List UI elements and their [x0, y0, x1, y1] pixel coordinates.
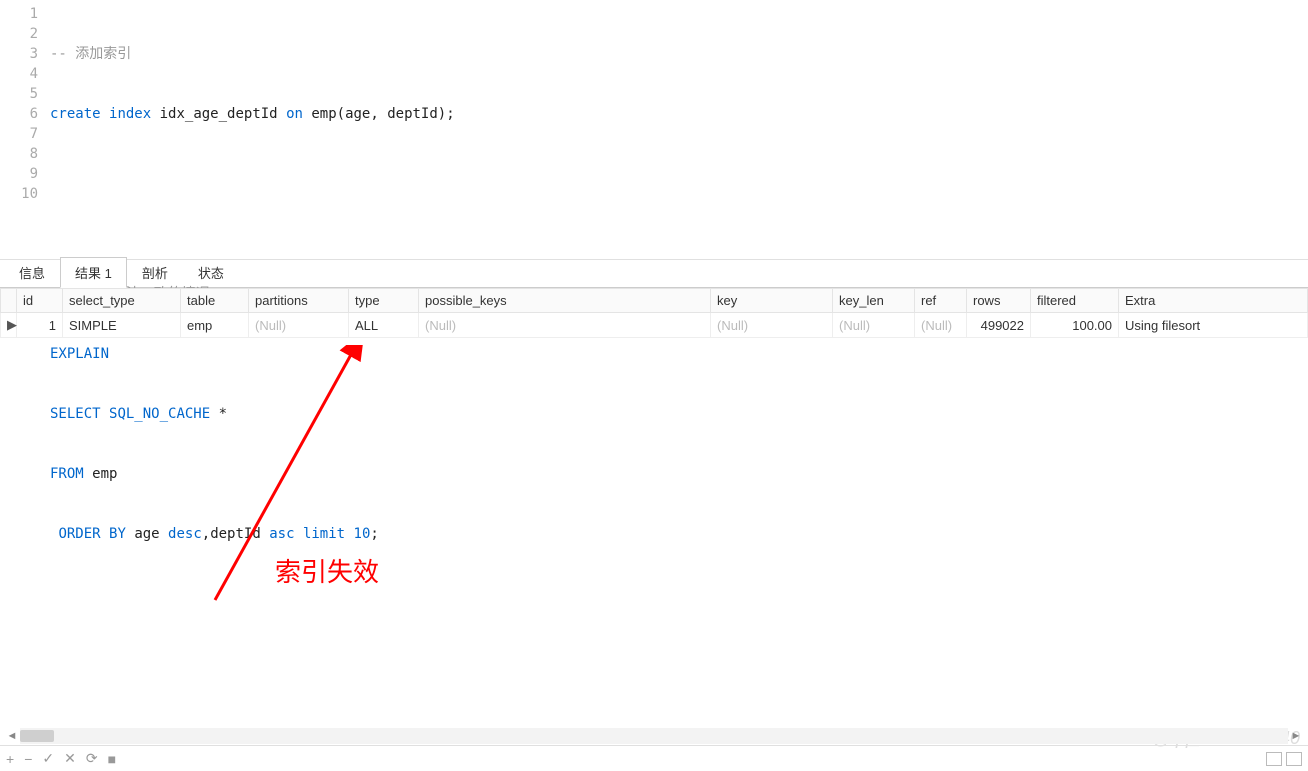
table-row[interactable]: ▶ 1 SIMPLE emp (Null) ALL (Null) (Null) … [1, 313, 1308, 338]
result-tabs: 信息 结果 1 剖析 状态 [0, 260, 1308, 288]
scroll-thumb[interactable] [20, 730, 54, 742]
code-content[interactable]: -- 添加索引 create index idx_age_deptId on e… [50, 0, 455, 259]
delete-row-button[interactable]: − [24, 751, 32, 767]
cell-select-type[interactable]: SIMPLE [63, 313, 181, 338]
scroll-right-icon[interactable]: ► [1288, 728, 1304, 744]
col-type[interactable]: type [349, 289, 419, 313]
result-table[interactable]: id select_type table partitions type pos… [0, 288, 1308, 338]
result-table-wrap: id select_type table partitions type pos… [0, 288, 1308, 338]
scroll-track[interactable] [20, 728, 1288, 744]
cell-key-len[interactable]: (Null) [833, 313, 915, 338]
form-view-button[interactable] [1286, 752, 1302, 766]
apply-button[interactable]: ✓ [42, 750, 54, 767]
grid-view-button[interactable] [1266, 752, 1282, 766]
col-extra[interactable]: Extra [1119, 289, 1308, 313]
col-key[interactable]: key [711, 289, 833, 313]
col-id[interactable]: id [17, 289, 63, 313]
cell-ref[interactable]: (Null) [915, 313, 967, 338]
cell-partitions[interactable]: (Null) [249, 313, 349, 338]
horizontal-scrollbar[interactable]: ◄ ► [4, 727, 1304, 745]
cell-type[interactable]: ALL [349, 313, 419, 338]
cell-key[interactable]: (Null) [711, 313, 833, 338]
refresh-button[interactable]: ⟳ [86, 750, 98, 767]
tab-analysis[interactable]: 剖析 [127, 257, 183, 287]
cell-extra[interactable]: Using filesort [1119, 313, 1308, 338]
col-partitions[interactable]: partitions [249, 289, 349, 313]
col-select-type[interactable]: select_type [63, 289, 181, 313]
table-header-row: id select_type table partitions type pos… [1, 289, 1308, 313]
annotation-text: 索引失效 [275, 552, 379, 589]
add-row-button[interactable]: + [6, 751, 14, 767]
tab-status[interactable]: 状态 [183, 257, 239, 287]
status-bar: + − ✓ ✕ ⟳ ■ [0, 745, 1308, 771]
col-table[interactable]: table [181, 289, 249, 313]
row-marker-header [1, 289, 17, 313]
stop-button[interactable]: ■ [108, 751, 116, 767]
tab-info[interactable]: 信息 [4, 257, 60, 287]
cell-table[interactable]: emp [181, 313, 249, 338]
sql-editor[interactable]: 1 2 3 4 5 6 7 8 9 10 -- 添加索引 create inde… [0, 0, 1308, 260]
scroll-left-icon[interactable]: ◄ [4, 728, 20, 744]
cell-possible-keys[interactable]: (Null) [419, 313, 711, 338]
current-row-marker-icon: ▶ [1, 313, 17, 338]
col-filtered[interactable]: filtered [1031, 289, 1119, 313]
col-key-len[interactable]: key_len [833, 289, 915, 313]
col-ref[interactable]: ref [915, 289, 967, 313]
cell-rows[interactable]: 499022 [967, 313, 1031, 338]
line-gutter: 1 2 3 4 5 6 7 8 9 10 [0, 0, 50, 259]
cell-filtered[interactable]: 100.00 [1031, 313, 1119, 338]
tab-result-1[interactable]: 结果 1 [60, 257, 127, 288]
col-possible-keys[interactable]: possible_keys [419, 289, 711, 313]
col-rows[interactable]: rows [967, 289, 1031, 313]
cancel-button[interactable]: ✕ [64, 750, 76, 767]
cell-id[interactable]: 1 [17, 313, 63, 338]
